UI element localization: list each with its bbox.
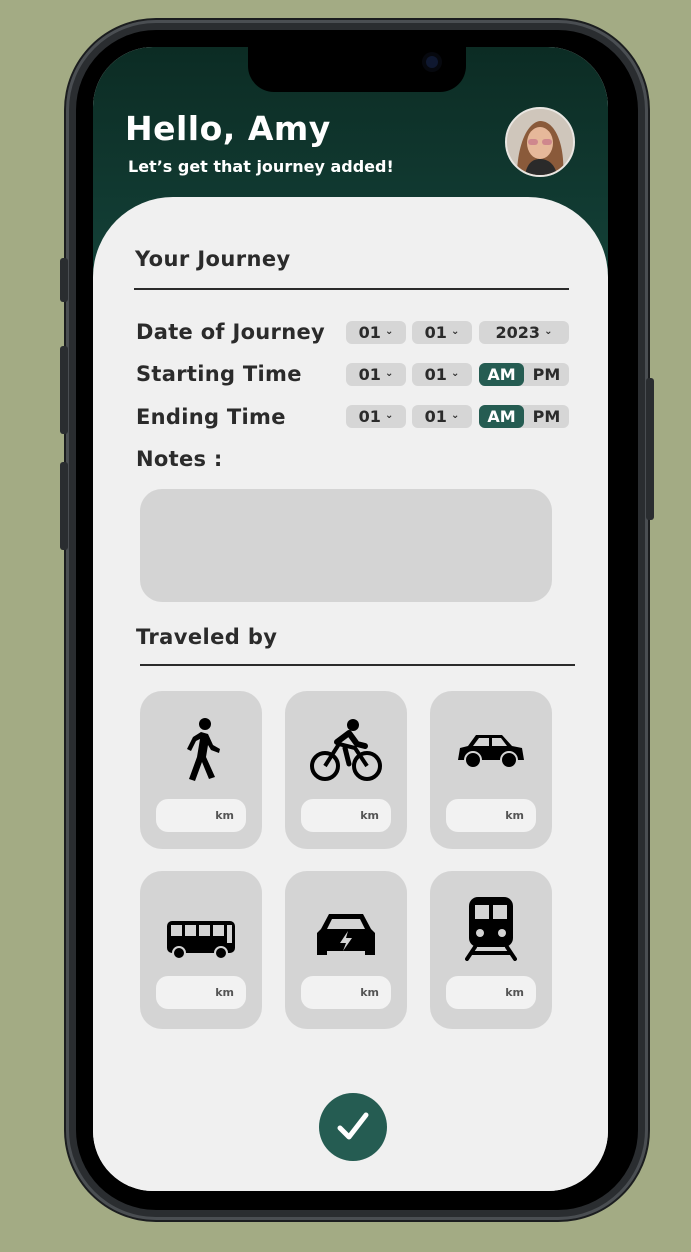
front-camera xyxy=(426,56,438,68)
travel-mode-car[interactable]: km xyxy=(430,691,552,849)
travel-mode-walking[interactable]: km xyxy=(140,691,262,849)
checkmark-icon xyxy=(337,1112,369,1140)
notes-label: Notes : xyxy=(136,447,223,471)
volume-up-button xyxy=(60,346,68,434)
start-am-option[interactable]: AM xyxy=(479,363,524,386)
km-unit-label: km xyxy=(505,986,524,999)
end-ampm-toggle: AM PM xyxy=(479,405,569,428)
km-unit-label: km xyxy=(215,986,234,999)
notch xyxy=(248,47,466,92)
bicycle-distance-input[interactable]: km xyxy=(301,799,391,832)
km-unit-label: km xyxy=(360,986,379,999)
electric-car-icon xyxy=(317,914,375,955)
submit-button[interactable] xyxy=(319,1093,387,1161)
start-minute-value: 01 xyxy=(424,365,447,384)
greeting: Hello, Amy xyxy=(125,109,331,148)
greeting-subtitle: Let’s get that journey added! xyxy=(128,157,394,176)
electric-car-distance-input[interactable]: km xyxy=(301,976,391,1009)
car-icon xyxy=(458,735,524,769)
date-day-value: 01 xyxy=(358,323,381,342)
end-minute-value: 01 xyxy=(424,407,447,426)
date-month-select[interactable]: 01 ⌄ xyxy=(412,321,472,344)
train-icon-wrap xyxy=(430,893,552,963)
bus-icon-wrap xyxy=(140,905,262,975)
date-of-journey-label: Date of Journey xyxy=(136,320,325,344)
electric-car-icon-wrap xyxy=(285,901,407,971)
start-hour-select[interactable]: 01 ⌄ xyxy=(346,363,406,386)
start-minute-select[interactable]: 01 ⌄ xyxy=(412,363,472,386)
ending-time-label: Ending Time xyxy=(136,405,286,429)
chevron-down-icon: ⌄ xyxy=(384,368,394,379)
app-screen: Hello, Amy Let’s get that journey added!… xyxy=(93,47,608,1191)
power-button xyxy=(646,378,654,520)
start-ampm-toggle: AM PM xyxy=(479,363,569,386)
end-hour-select[interactable]: 01 ⌄ xyxy=(346,405,406,428)
start-hour-value: 01 xyxy=(358,365,381,384)
start-pm-option[interactable]: PM xyxy=(524,363,569,386)
walking-icon-wrap xyxy=(140,715,262,785)
journey-divider xyxy=(134,288,569,290)
date-month-value: 01 xyxy=(424,323,447,342)
km-unit-label: km xyxy=(360,809,379,822)
car-icon-wrap xyxy=(430,715,552,785)
bus-distance-input[interactable]: km xyxy=(156,976,246,1009)
end-pm-option[interactable]: PM xyxy=(524,405,569,428)
km-unit-label: km xyxy=(505,809,524,822)
date-year-value: 2023 xyxy=(495,323,541,342)
end-hour-value: 01 xyxy=(358,407,381,426)
avatar-image xyxy=(507,109,573,175)
travel-mode-train[interactable]: km xyxy=(430,871,552,1029)
travel-divider xyxy=(140,664,575,666)
chevron-down-icon: ⌄ xyxy=(384,410,394,421)
train-icon xyxy=(465,897,517,961)
travel-mode-bus[interactable]: km xyxy=(140,871,262,1029)
train-distance-input[interactable]: km xyxy=(446,976,536,1009)
starting-time-label: Starting Time xyxy=(136,362,302,386)
date-year-select[interactable]: 2023 ⌄ xyxy=(479,321,569,344)
bicycle-icon-wrap xyxy=(285,715,407,785)
walking-distance-input[interactable]: km xyxy=(156,799,246,832)
chevron-down-icon: ⌄ xyxy=(384,326,394,337)
volume-down-button xyxy=(60,462,68,550)
car-distance-input[interactable]: km xyxy=(446,799,536,832)
bus-icon xyxy=(167,921,235,960)
mute-switch xyxy=(60,258,68,302)
date-day-select[interactable]: 01 ⌄ xyxy=(346,321,406,344)
traveled-by-title: Traveled by xyxy=(136,625,278,649)
end-minute-select[interactable]: 01 ⌄ xyxy=(412,405,472,428)
travel-mode-bicycle[interactable]: km xyxy=(285,691,407,849)
your-journey-title: Your Journey xyxy=(135,247,291,271)
chevron-down-icon: ⌄ xyxy=(544,326,553,337)
bicycle-icon xyxy=(310,719,382,781)
end-am-option[interactable]: AM xyxy=(479,405,524,428)
walking-icon xyxy=(187,718,220,781)
chevron-down-icon: ⌄ xyxy=(450,326,460,337)
chevron-down-icon: ⌄ xyxy=(450,410,460,421)
notes-input[interactable] xyxy=(140,489,552,602)
travel-mode-electric-car[interactable]: km xyxy=(285,871,407,1029)
chevron-down-icon: ⌄ xyxy=(450,368,460,379)
km-unit-label: km xyxy=(215,809,234,822)
avatar[interactable] xyxy=(505,107,575,177)
